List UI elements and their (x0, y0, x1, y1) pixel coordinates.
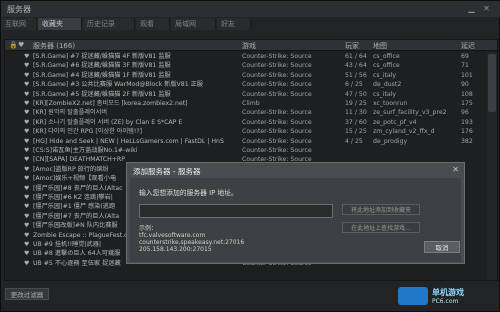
add-to-favorites-button[interactable]: 将此地址添加到收藏夹 (342, 204, 420, 215)
examples-label: 示例： (139, 225, 158, 232)
modal-overlay (0, 0, 500, 312)
dialog-body: 输入您想添加的服务器 IP 地址。 将此地址添加到收藏夹 在此地址上查找游戏..… (130, 178, 461, 262)
example-address: tfc.valvesoftware.com (139, 232, 206, 239)
ip-address-input[interactable] (139, 204, 333, 218)
watermark-text: 单机游戏 (432, 288, 464, 297)
dialog-prompt: 输入您想添加的服务器 IP 地址。 (139, 189, 238, 197)
close-icon[interactable]: ✕ (452, 165, 459, 174)
examples-block: 示例： tfc.valvesoftware.com counterstrike.… (139, 225, 244, 253)
example-address: counterstrike.speakeasy.net:27016 (139, 239, 245, 246)
cancel-button[interactable]: 取消 (424, 241, 460, 253)
watermark: 单机游戏 PC6.com (398, 285, 498, 309)
find-games-button[interactable]: 在此地址上查找游戏... (342, 222, 420, 233)
watermark-subtext: PC6.com (432, 298, 459, 305)
dialog-title: 添加服务器 - 服务器 (133, 167, 201, 176)
watermark-logo (398, 287, 428, 305)
example-address: 205.158.143.200:27015 (139, 246, 212, 253)
add-server-dialog: 添加服务器 - 服务器 ✕ 输入您想添加的服务器 IP 地址。 将此地址添加到收… (126, 162, 465, 264)
